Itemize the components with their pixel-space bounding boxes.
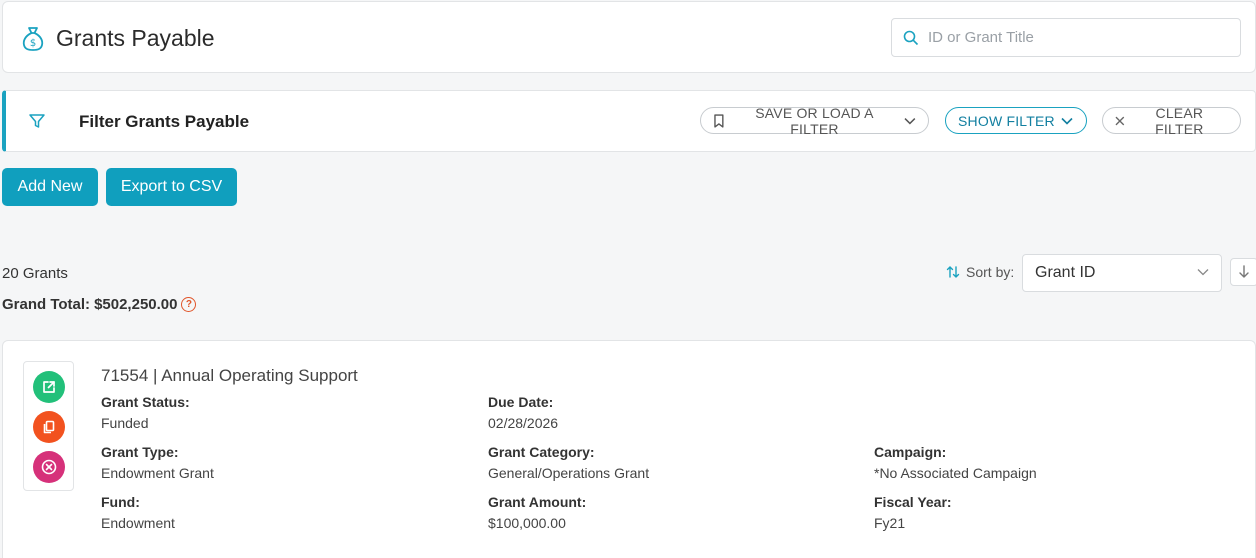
fund-label: Fund: — [101, 494, 140, 510]
grant-category-value: General/Operations Grant — [488, 465, 650, 481]
chevron-down-icon — [1197, 269, 1209, 276]
fiscal-year-value: Fy21 — [874, 515, 906, 531]
due-date-value: 02/28/2026 — [488, 415, 559, 431]
clear-filter-button[interactable]: CLEAR FILTER — [1102, 104, 1241, 137]
svg-text:$: $ — [30, 38, 36, 49]
fiscal-year-label: Fiscal Year: — [874, 494, 952, 510]
add-new-button[interactable]: Add New — [2, 168, 98, 206]
delete-circle-icon — [41, 459, 57, 475]
grand-total-label: Grand Total: — [2, 296, 91, 313]
filter-bar: Filter Grants Payable SAVE OR LOAD A FIL… — [2, 90, 1256, 152]
chevron-down-icon — [1061, 117, 1073, 125]
sort-selected-value: Grant ID — [1035, 264, 1096, 281]
open-grant-button[interactable] — [33, 371, 65, 403]
sort-icon — [946, 266, 960, 278]
chevron-down-icon — [904, 117, 916, 125]
sort-label: Sort by: — [946, 264, 1014, 280]
page-title: Grants Payable — [56, 25, 215, 51]
money-bag-icon: $ — [19, 24, 47, 52]
sort-label-text: Sort by: — [966, 264, 1015, 280]
copy-icon — [43, 420, 55, 434]
clear-filter-label: CLEAR FILTER — [1155, 104, 1204, 137]
search-icon — [903, 30, 919, 46]
save-load-filter-button[interactable]: SAVE OR LOAD A FILTER — [700, 104, 929, 137]
filter-title: Filter Grants Payable — [79, 112, 250, 131]
bookmark-icon — [714, 113, 724, 128]
close-icon — [1115, 116, 1125, 125]
grant-type-label: Grant Type: — [101, 444, 179, 460]
show-filter-button[interactable]: SHOW FILTER — [945, 107, 1087, 134]
search-input[interactable] — [928, 19, 1228, 56]
sort-select[interactable]: Grant ID — [1022, 254, 1222, 292]
show-filter-label: SHOW FILTER — [958, 112, 1055, 129]
grand-total: Grand Total: $502,250.00 ? — [2, 296, 197, 313]
sort-direction-button[interactable] — [1230, 258, 1256, 286]
grant-count: 20 Grants — [2, 265, 68, 282]
arrow-down-icon — [1239, 265, 1249, 278]
grant-amount-label: Grant Amount: — [488, 494, 587, 510]
grant-amount-value: $100,000.00 — [488, 515, 566, 531]
delete-grant-button[interactable] — [33, 451, 65, 483]
grant-actions — [23, 361, 74, 491]
campaign-label: Campaign: — [874, 444, 947, 460]
grant-status-label: Grant Status: — [101, 394, 190, 410]
fund-value: Endowment — [101, 515, 175, 531]
grant-card: 71554 | Annual Operating Support Grant S… — [2, 340, 1256, 558]
save-load-filter-label: SAVE OR LOAD A FILTER — [755, 104, 874, 137]
page-header: $ Grants Payable — [2, 1, 1256, 73]
grant-title[interactable]: 71554 | Annual Operating Support — [101, 366, 358, 386]
due-date-label: Due Date: — [488, 394, 554, 410]
funnel-icon — [28, 112, 46, 135]
grant-type-value: Endowment Grant — [101, 465, 214, 481]
export-csv-button[interactable]: Export to CSV — [106, 168, 237, 206]
copy-grant-button[interactable] — [33, 411, 65, 443]
grant-category-label: Grant Category: — [488, 444, 595, 460]
grant-status-value: Funded — [101, 415, 149, 431]
grand-total-value: $502,250.00 — [94, 296, 178, 313]
help-icon[interactable]: ? — [181, 297, 197, 312]
campaign-value: *No Associated Campaign — [874, 465, 1037, 481]
search-box[interactable] — [891, 18, 1241, 57]
external-link-icon — [43, 381, 55, 393]
